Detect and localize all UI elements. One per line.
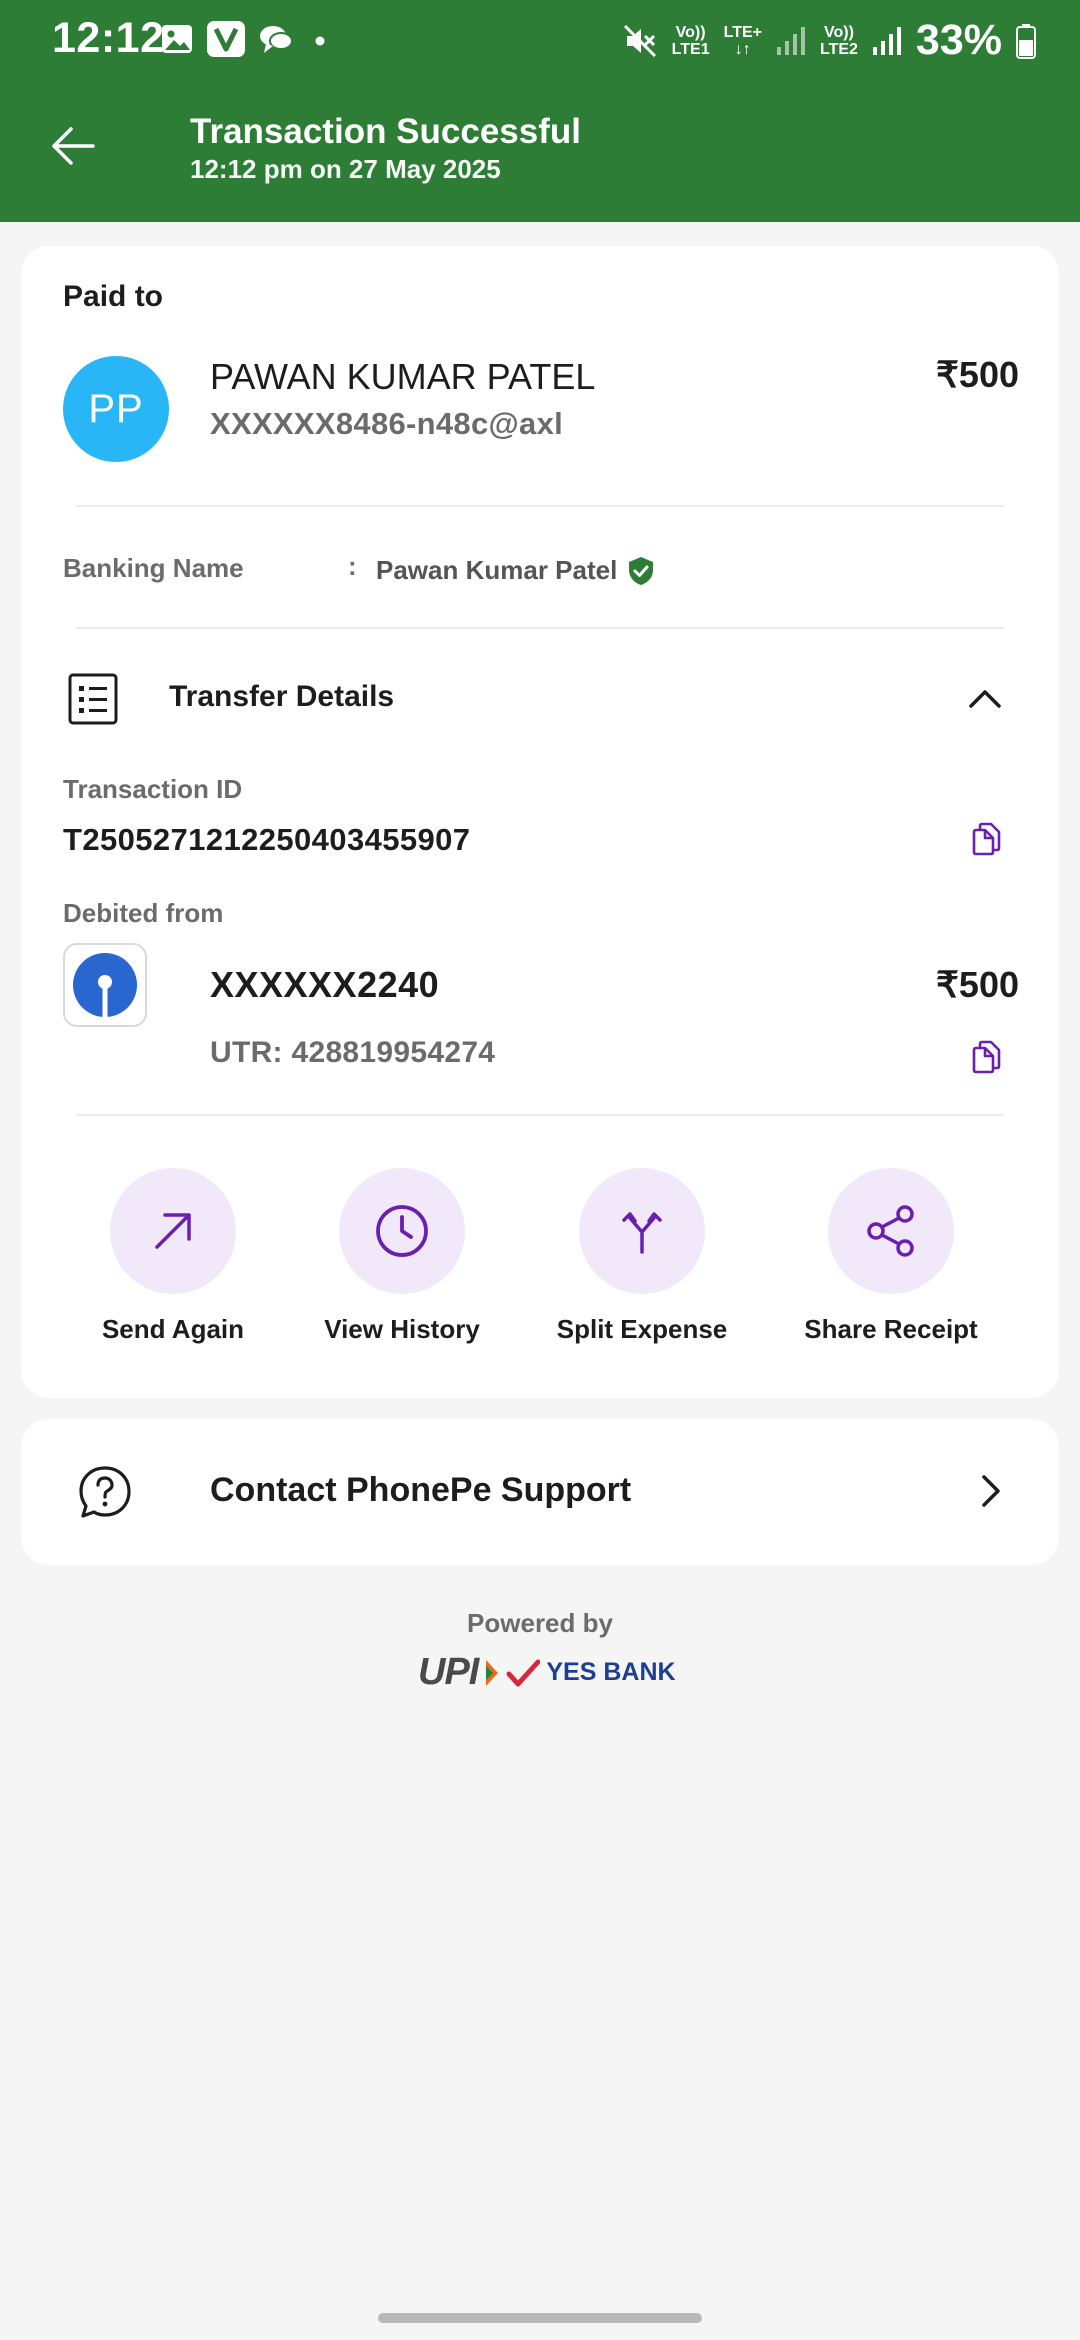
sim2-volte-label: Vo)) bbox=[823, 23, 854, 41]
send-again-button[interactable]: Send Again bbox=[73, 1168, 273, 1345]
contact-support-label: Contact PhonePe Support bbox=[210, 1471, 632, 1509]
signal-sim1-icon bbox=[776, 25, 806, 57]
view-history-label: View History bbox=[324, 1314, 480, 1344]
arrow-up-right-icon bbox=[155, 1213, 191, 1249]
banking-name-text: Pawan Kumar Patel bbox=[376, 555, 618, 585]
verified-shield-icon bbox=[629, 556, 654, 585]
copy-icon bbox=[972, 822, 1001, 856]
chevron-right-icon bbox=[971, 1471, 1011, 1511]
banking-name-label: Banking Name bbox=[63, 553, 244, 583]
gallery-icon bbox=[160, 22, 194, 56]
share-receipt-circle bbox=[828, 1168, 954, 1294]
split-expense-button[interactable]: Split Expense bbox=[542, 1168, 742, 1345]
chat-bubble-icon bbox=[258, 22, 294, 56]
divider bbox=[76, 1114, 1004, 1116]
split-icon bbox=[622, 1212, 662, 1254]
share-receipt-button[interactable]: Share Receipt bbox=[791, 1168, 991, 1345]
debit-amount: ₹500 bbox=[936, 964, 1019, 1005]
upi-arrow-icon bbox=[486, 1659, 499, 1686]
copy-icon bbox=[972, 1040, 1001, 1074]
transaction-id-value: T2505271212250403455907 bbox=[63, 822, 471, 857]
data-activity-label: ↓↑ bbox=[734, 40, 751, 58]
transaction-id-label: Transaction ID bbox=[63, 774, 243, 804]
payee-vpa: XXXXXX8486-n48c@axl bbox=[210, 406, 564, 441]
mute-icon bbox=[622, 23, 658, 59]
battery-icon bbox=[1016, 23, 1036, 59]
data-network: LTE+ ↓↑ bbox=[724, 24, 762, 58]
send-again-circle bbox=[110, 1168, 236, 1294]
share-receipt-label: Share Receipt bbox=[804, 1314, 978, 1344]
sim2-network: Vo)) LTE2 bbox=[820, 24, 858, 58]
transfer-details-title: Transfer Details bbox=[169, 680, 395, 713]
sim1-network: Vo)) LTE1 bbox=[672, 24, 710, 58]
share-icon bbox=[867, 1205, 914, 1257]
page-title: Transaction Successful bbox=[190, 112, 581, 151]
back-button[interactable] bbox=[40, 118, 106, 174]
status-time: 12:12 bbox=[52, 14, 165, 62]
paid-amount: ₹500 bbox=[936, 354, 1019, 395]
copy-transaction-id-button[interactable] bbox=[965, 818, 1007, 860]
upi-logo: UPI bbox=[418, 1651, 479, 1693]
copy-utr-button[interactable] bbox=[965, 1036, 1007, 1078]
yes-bank-tick-icon bbox=[506, 1659, 541, 1686]
partner-logos: UPI YES BANK bbox=[418, 1651, 676, 1694]
transaction-card: Paid to PP PAWAN KUMAR PATEL XXXXXX8486-… bbox=[21, 246, 1059, 1398]
status-indicators: Vo)) LTE1 LTE+ ↓↑ Vo)) LTE2 33% bbox=[622, 16, 1036, 65]
notification-icons bbox=[160, 20, 330, 58]
contact-support-row[interactable]: Contact PhonePe Support bbox=[21, 1419, 1059, 1565]
banking-name-separator: : bbox=[348, 551, 357, 581]
vi-app-icon bbox=[206, 20, 246, 58]
app-header: 12:12 Vo)) LTE1 LTE+ ↓↑ Vo)) LTE2 33% Tr… bbox=[0, 0, 1080, 222]
debited-from-label: Debited from bbox=[63, 898, 224, 928]
signal-sim2-icon bbox=[872, 25, 902, 57]
view-history-circle bbox=[339, 1168, 465, 1294]
powered-by-label: Powered by bbox=[467, 1608, 613, 1638]
lte-plus-label: LTE+ bbox=[723, 23, 762, 41]
back-arrow-icon bbox=[52, 127, 95, 165]
transaction-timestamp: 12:12 pm on 27 May 2025 bbox=[190, 154, 501, 184]
bank-logo bbox=[63, 943, 147, 1027]
status-bar: 12:12 Vo)) LTE1 LTE+ ↓↑ Vo)) LTE2 33% bbox=[0, 0, 1080, 80]
paid-to-label: Paid to bbox=[63, 280, 164, 313]
yes-bank-logo: YES BANK bbox=[546, 1658, 676, 1686]
avatar: PP bbox=[63, 356, 169, 462]
sbi-logo-icon bbox=[73, 953, 137, 1018]
collapse-details-button[interactable] bbox=[963, 676, 1007, 720]
view-history-button[interactable]: View History bbox=[302, 1168, 502, 1345]
divider bbox=[76, 627, 1004, 629]
split-expense-circle bbox=[579, 1168, 705, 1294]
split-expense-label: Split Expense bbox=[556, 1314, 728, 1344]
utr-number: UTR: 428819954274 bbox=[210, 1036, 496, 1069]
debit-account-number: XXXXXX2240 bbox=[210, 964, 440, 1005]
divider bbox=[76, 505, 1004, 507]
payee-name: PAWAN KUMAR PATEL bbox=[210, 356, 596, 397]
more-notifications-dot-icon bbox=[306, 22, 330, 56]
home-indicator[interactable] bbox=[378, 2313, 702, 2323]
help-question-icon bbox=[77, 1464, 133, 1520]
sim1-volte-label: Vo)) bbox=[675, 23, 706, 41]
sim2-lte-label: LTE2 bbox=[819, 40, 858, 58]
receipt-list-icon bbox=[67, 672, 119, 726]
clock-icon bbox=[376, 1205, 428, 1257]
sim1-lte-label: LTE1 bbox=[671, 40, 710, 58]
battery-percent: 33% bbox=[915, 16, 1002, 64]
banking-name-value: Pawan Kumar Patel bbox=[376, 555, 655, 586]
chevron-up-icon bbox=[969, 690, 1001, 708]
send-again-label: Send Again bbox=[101, 1314, 245, 1344]
